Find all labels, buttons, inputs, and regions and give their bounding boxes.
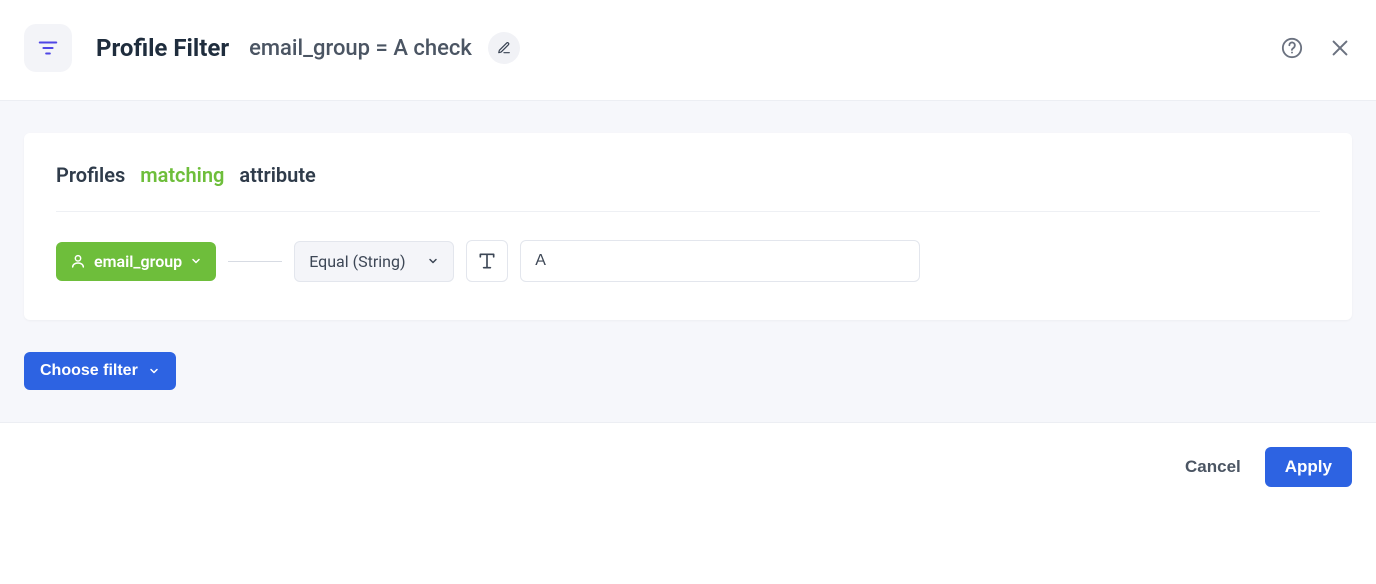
filter-name-label: email_group = A check	[249, 36, 472, 61]
operator-select[interactable]: Equal (String)	[294, 241, 454, 282]
operator-select-label: Equal (String)	[309, 252, 405, 271]
value-type-toggle[interactable]	[466, 240, 508, 282]
value-input[interactable]	[520, 240, 920, 282]
page-title: Profile Filter	[96, 34, 229, 62]
filter-card: Profiles matching attribute email_group	[24, 133, 1352, 320]
pencil-icon	[497, 41, 511, 55]
apply-button[interactable]: Apply	[1265, 447, 1352, 487]
help-icon	[1281, 37, 1303, 59]
condition-row: email_group Equal (String)	[56, 240, 1320, 282]
chevron-down-icon	[427, 255, 439, 267]
person-icon	[70, 253, 86, 269]
cancel-button[interactable]: Cancel	[1185, 457, 1241, 477]
card-divider	[56, 211, 1320, 212]
choose-filter-button[interactable]: Choose filter	[24, 352, 176, 390]
close-icon	[1329, 37, 1351, 59]
help-button[interactable]	[1280, 36, 1304, 60]
chevron-down-icon	[148, 365, 160, 377]
edit-name-button[interactable]	[488, 32, 520, 64]
attribute-chip[interactable]: email_group	[56, 242, 216, 281]
chevron-down-icon	[190, 255, 202, 267]
close-button[interactable]	[1328, 36, 1352, 60]
body-area: Profiles matching attribute email_group	[0, 100, 1376, 422]
filter-icon	[24, 24, 72, 72]
profiles-label: Profiles	[56, 163, 125, 187]
header-bar: Profile Filter email_group = A check	[0, 0, 1376, 100]
profiles-sentence: Profiles matching attribute	[56, 163, 1320, 187]
attribute-label: attribute	[239, 163, 315, 187]
choose-filter-label: Choose filter	[40, 362, 138, 380]
footer-bar: Cancel Apply	[0, 422, 1376, 511]
connector-line	[228, 261, 282, 262]
matching-label[interactable]: matching	[140, 163, 224, 187]
text-type-icon	[477, 251, 497, 271]
attribute-chip-label: email_group	[94, 252, 182, 271]
